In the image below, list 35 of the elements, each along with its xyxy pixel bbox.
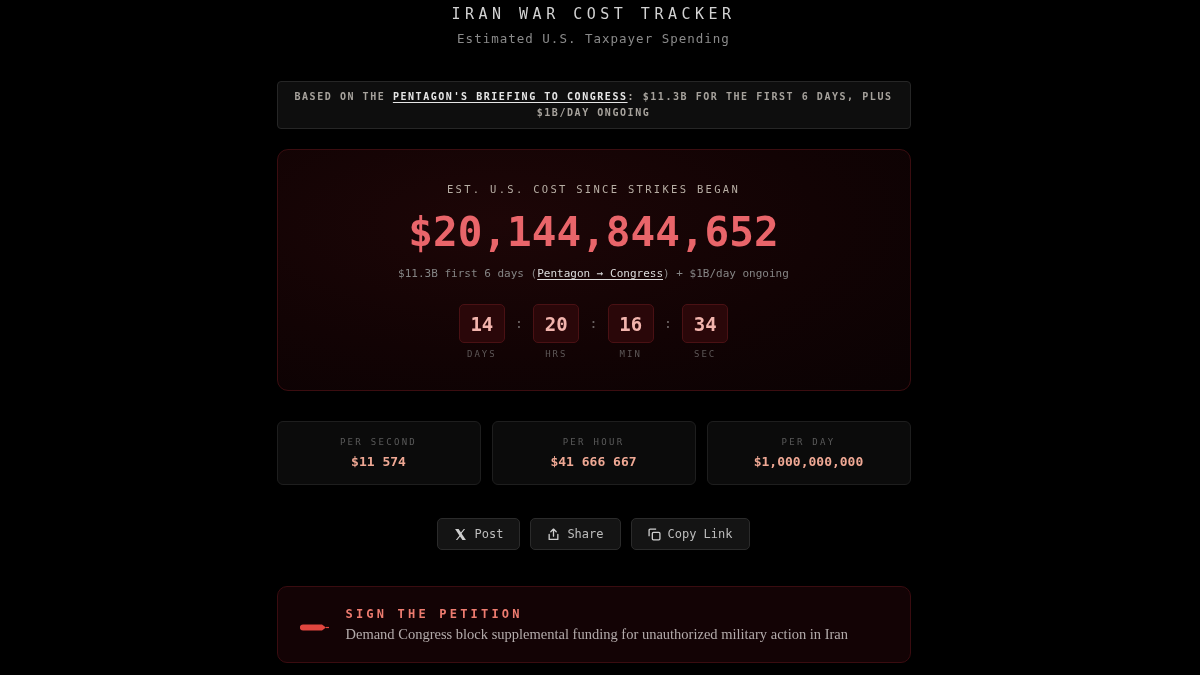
rate-value: $11 574 (351, 454, 406, 470)
rate-label: PER DAY (781, 436, 836, 448)
petition-title: SIGN THE PETITION (345, 606, 524, 622)
timer-unit-label: SEC (694, 348, 717, 360)
source-note: BASED ON THE PENTAGON'S BRIEFING TO CONGRESS: $11.3B FOR THE FIRST 6 DAYS, PLUS $1B/DAY ONGOING (293, 90, 894, 120)
pencil-icon (299, 623, 330, 632)
page-title: IRAN WAR COST TRACKER (451, 5, 736, 23)
cost-label: EST. U.S. COST SINCE STRIKES BEGAN (446, 182, 741, 196)
timer-unit-label: HRS (545, 348, 568, 360)
copy-icon (647, 527, 661, 541)
timer-unit-label: DAYS (467, 348, 497, 360)
post-button[interactable]: Post (437, 518, 521, 550)
timer-value: 34 (682, 304, 729, 343)
timer-separator: : (514, 314, 524, 333)
petition-description: Demand Congress block supplemental funding for unauthorized military action in Iran (345, 625, 849, 643)
briefing-link[interactable]: PENTAGON'S BRIEFING TO CONGRESS (392, 91, 628, 102)
timer-separator: : (589, 314, 598, 333)
source-link[interactable]: Pentagon → Congress (537, 267, 664, 280)
petition-banner[interactable]: SIGN THE PETITION Demand Congress block supplemental funding for unauthorized military action in Iran (276, 586, 911, 663)
rate-label: PER HOUR (562, 436, 625, 448)
page-subtitle: Estimated U.S. Taxpayer Spending (457, 31, 730, 47)
rate-value: $1,000,000,000 (753, 454, 864, 470)
rate-value: $41 666 667 (550, 454, 637, 470)
cost-basis-note: $11.3B first 6 days (Pentagon → Congress) + $1B/day ongoing (398, 266, 789, 282)
timer-value: 16 (607, 304, 654, 343)
copy-button[interactable]: Copy Link (630, 518, 750, 550)
x-mark-icon (454, 527, 468, 541)
timer-unit-label: MIN (619, 348, 642, 360)
share-button[interactable]: Share (530, 518, 621, 550)
share-icon (547, 527, 561, 541)
cost-amount: $20,144,844,652 (408, 208, 779, 256)
timer-value: 20 (533, 304, 580, 343)
timer-value: 14 (458, 304, 505, 343)
rate-label: PER SECOND (339, 436, 418, 448)
timer-separator: : (663, 314, 673, 333)
